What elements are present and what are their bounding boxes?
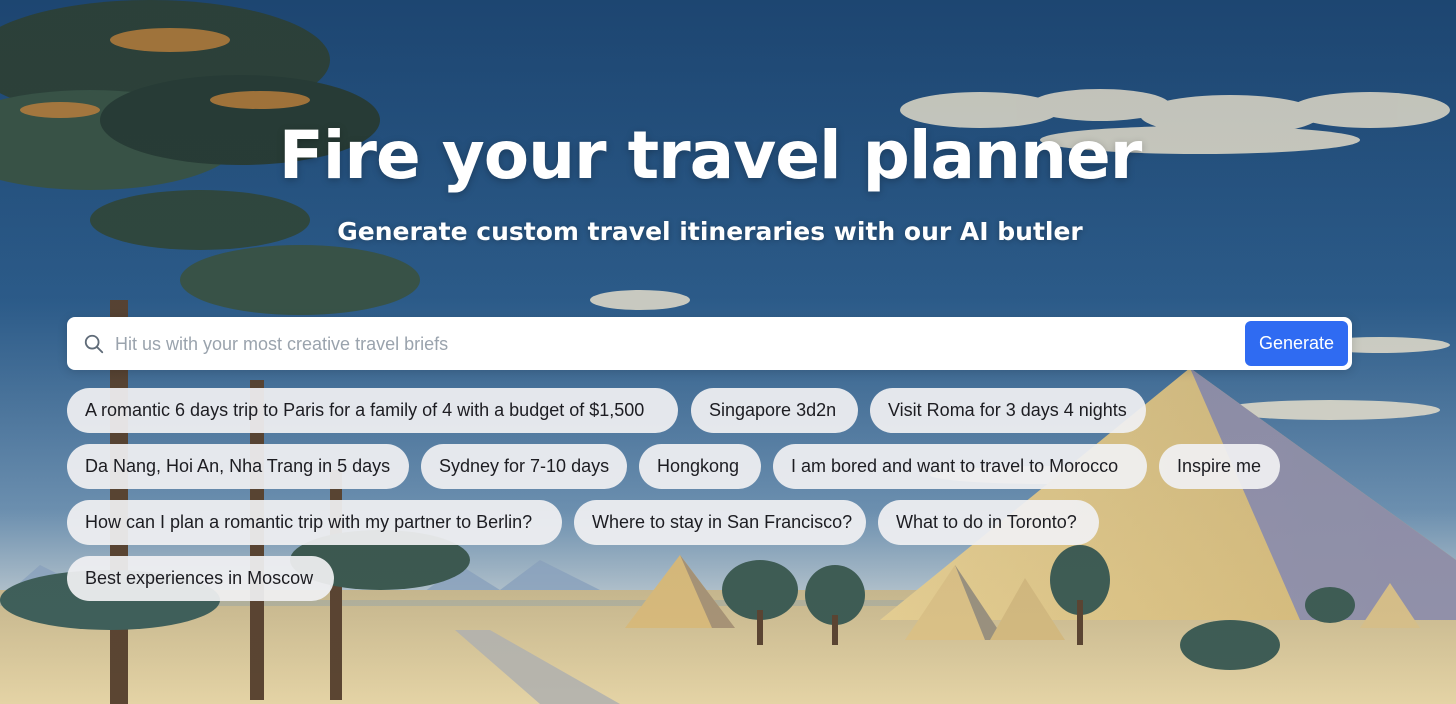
suggestion-chips: A romantic 6 days trip to Paris for a fa… xyxy=(67,388,1367,612)
suggestion-chip-hongkong[interactable]: Hongkong xyxy=(639,444,761,489)
generate-button[interactable]: Generate xyxy=(1245,321,1348,366)
suggestion-chip-san-francisco[interactable]: Where to stay in San Francisco? xyxy=(574,500,866,545)
hero-section: Fire your travel planner Generate custom… xyxy=(0,0,1456,704)
page: Fire your travel planner Generate custom… xyxy=(0,0,1456,704)
suggestion-chip-moscow[interactable]: Best experiences in Moscow xyxy=(67,556,334,601)
suggestion-chip-paris[interactable]: A romantic 6 days trip to Paris for a fa… xyxy=(67,388,678,433)
search-input[interactable] xyxy=(113,323,1237,366)
suggestion-row: A romantic 6 days trip to Paris for a fa… xyxy=(67,388,1367,444)
suggestion-chip-roma[interactable]: Visit Roma for 3 days 4 nights xyxy=(870,388,1146,433)
suggestion-chip-singapore[interactable]: Singapore 3d2n xyxy=(691,388,858,433)
page-subtitle: Generate custom travel itineraries with … xyxy=(337,217,1083,246)
suggestion-row: Da Nang, Hoi An, Nha Trang in 5 days Syd… xyxy=(67,444,1367,500)
suggestion-chip-berlin[interactable]: How can I plan a romantic trip with my p… xyxy=(67,500,562,545)
search-bar: Generate xyxy=(67,317,1352,370)
suggestion-chip-da-nang[interactable]: Da Nang, Hoi An, Nha Trang in 5 days xyxy=(67,444,409,489)
suggestion-chip-toronto[interactable]: What to do in Toronto? xyxy=(878,500,1099,545)
page-title: Fire your travel planner xyxy=(278,117,1143,194)
suggestion-row: Best experiences in Moscow xyxy=(67,556,1367,612)
suggestion-chip-morocco[interactable]: I am bored and want to travel to Morocco xyxy=(773,444,1147,489)
suggestion-chip-inspire-me[interactable]: Inspire me xyxy=(1159,444,1280,489)
suggestion-row: How can I plan a romantic trip with my p… xyxy=(67,500,1367,556)
search-icon xyxy=(84,334,104,354)
suggestion-chip-sydney[interactable]: Sydney for 7-10 days xyxy=(421,444,627,489)
